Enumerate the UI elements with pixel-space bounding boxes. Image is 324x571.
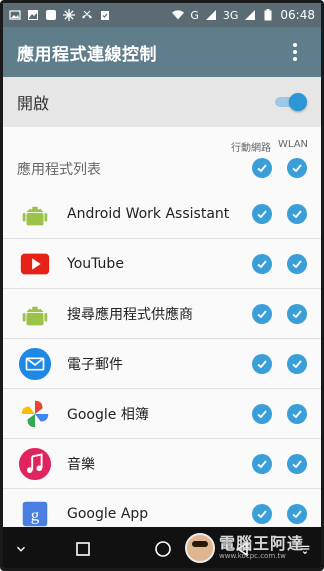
app-name: Android Work Assistant — [67, 205, 230, 222]
check-icon — [257, 164, 267, 173]
mobile-data-checkbox[interactable] — [252, 403, 272, 424]
hide-nav-chevron-icon[interactable] — [7, 535, 35, 563]
photo-notification-icon — [9, 9, 21, 21]
mobile-data-checkbox[interactable] — [252, 504, 272, 524]
notification-icons — [9, 9, 111, 21]
wlan-checkbox[interactable] — [287, 303, 307, 324]
check-icon — [292, 259, 302, 268]
app-name: Google 相簿 — [67, 406, 149, 423]
android-icon — [17, 196, 53, 232]
music-icon — [17, 446, 53, 482]
battery-icon — [262, 9, 274, 21]
check-icon — [292, 510, 302, 519]
check-icon — [257, 259, 267, 268]
mobile-data-checkbox[interactable] — [252, 303, 272, 324]
app-name: 音樂 — [67, 456, 95, 473]
network-type-label: G — [190, 8, 199, 22]
svg-text:g: g — [31, 506, 40, 525]
list-item: Google 相簿 — [3, 389, 321, 439]
section-title: 應用程式列表 — [17, 162, 101, 178]
screen: G 3G 06:48 應用程式連線控制 開啟 行動網路 WLAN 應用程式列表 — [0, 0, 324, 571]
app-name: Google App — [67, 506, 149, 522]
app-bar: 應用程式連線控制 — [3, 27, 321, 77]
recents-button[interactable] — [69, 535, 97, 563]
app-name: 電子郵件 — [67, 356, 123, 373]
check-icon — [292, 209, 302, 218]
wlan-checkbox[interactable] — [287, 203, 307, 224]
watermark-mascot-icon — [185, 533, 215, 563]
list-item: Android Work Assistant — [3, 189, 321, 239]
column-header-mobile: 行動網路 — [231, 143, 271, 154]
check-icon — [292, 359, 302, 368]
master-toggle-label: 開啟 — [17, 94, 50, 113]
mobile-data-checkbox[interactable] — [252, 203, 272, 224]
list-item: 搜尋應用程式供應商 — [3, 289, 321, 339]
page-title: 應用程式連線控制 — [17, 44, 157, 65]
watermark-logo: 電腦王阿達 www.kocpc.com.tw — [185, 529, 321, 567]
check-icon — [257, 209, 267, 218]
signal-icon — [205, 9, 217, 21]
watermark-text: 電腦王阿達 — [219, 534, 305, 553]
check-icon — [257, 510, 267, 519]
home-button[interactable] — [149, 535, 177, 563]
master-toggle-switch[interactable] — [273, 93, 307, 111]
check-icon — [257, 409, 267, 418]
watermark-url: www.kocpc.com.tw — [219, 552, 286, 560]
check-icon — [292, 409, 302, 418]
mobile-data-checkbox[interactable] — [252, 453, 272, 474]
email-icon — [17, 346, 53, 382]
app-name: YouTube — [67, 255, 124, 272]
check-icon — [257, 309, 267, 318]
snowflake-icon — [63, 9, 75, 21]
switch-thumb — [289, 93, 307, 111]
clipboard-check-icon — [99, 9, 111, 21]
master-toggle-row[interactable]: 開啟 — [3, 77, 321, 127]
select-all-wlan-checkbox[interactable] — [287, 158, 307, 178]
clock: 06:48 — [280, 8, 315, 22]
wlan-checkbox[interactable] — [287, 253, 307, 274]
list-item: 電子郵件 — [3, 339, 321, 389]
check-icon — [257, 459, 267, 468]
select-all-mobile-checkbox[interactable] — [252, 158, 272, 178]
mobile-data-checkbox[interactable] — [252, 353, 272, 374]
check-icon — [292, 164, 302, 173]
youtube-icon — [17, 246, 53, 282]
google-photos-icon — [17, 396, 53, 432]
wifi-icon — [172, 9, 185, 21]
system-status-icons: G 3G 06:48 — [172, 8, 315, 22]
check-icon — [257, 359, 267, 368]
mobile-data-checkbox[interactable] — [252, 253, 272, 274]
android-icon — [17, 296, 53, 332]
list-item: YouTube — [3, 239, 321, 289]
overflow-menu-icon[interactable] — [283, 40, 307, 64]
square-notification-icon — [45, 9, 57, 21]
image-notification-icon — [27, 9, 39, 21]
wlan-checkbox[interactable] — [287, 504, 307, 524]
column-header-wlan: WLAN — [278, 139, 309, 150]
check-icon — [292, 309, 302, 318]
list-item: 音樂 — [3, 439, 321, 489]
wlan-checkbox[interactable] — [287, 453, 307, 474]
check-icon — [292, 459, 302, 468]
wlan-checkbox[interactable] — [287, 353, 307, 374]
network-type-label-2: 3G — [222, 8, 239, 22]
missed-call-icon — [81, 9, 93, 21]
status-bar: G 3G 06:48 — [3, 3, 321, 27]
signal-icon-2 — [244, 9, 256, 21]
app-name: 搜尋應用程式供應商 — [67, 306, 193, 323]
wlan-checkbox[interactable] — [287, 403, 307, 424]
